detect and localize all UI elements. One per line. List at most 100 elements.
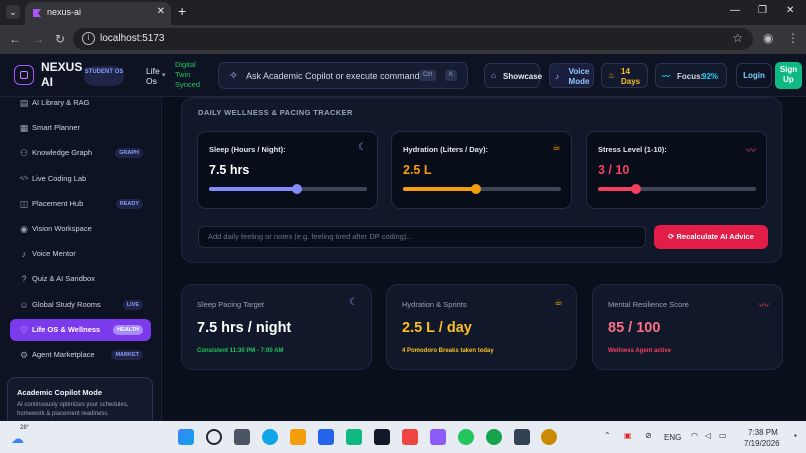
window-close-icon[interactable]: ✕ xyxy=(786,5,794,16)
metric-slider[interactable] xyxy=(403,184,561,194)
copilot-icon[interactable] xyxy=(430,429,446,445)
sidebar-item[interactable]: ⚙ Agent Marketplace MARKET xyxy=(10,344,151,366)
recalculate-button[interactable]: ⟳ Recalculate AI Advice xyxy=(654,225,768,249)
browser-tab[interactable]: nexus-ai ✕ xyxy=(25,2,171,25)
tray-chevron-icon[interactable]: ⌃ xyxy=(604,431,611,440)
slider-thumb[interactable] xyxy=(292,184,303,194)
sidebar-item[interactable]: ☺ Global Study Rooms LIVE xyxy=(10,294,151,316)
sidebar-item[interactable]: ⚇ Knowledge Graph GRAPH xyxy=(10,142,151,164)
sidebar: ▤ AI Library & RAG ▦ Smart Planner ⚇ Knowledg… xyxy=(0,97,162,421)
sidebar-item[interactable]: ? Quiz & AI Sandbox xyxy=(10,268,151,290)
menu-kebab-icon[interactable]: ⋮ xyxy=(787,31,799,45)
users-icon: ☺ xyxy=(19,299,29,310)
file-explorer-icon[interactable] xyxy=(290,429,306,445)
login-button[interactable]: Login xyxy=(736,63,772,88)
sidebar-item-label: Agent Marketplace xyxy=(32,350,95,359)
bookmark-star-icon[interactable]: ☆ xyxy=(732,31,743,45)
tray-network-off-icon[interactable]: ⊘ xyxy=(645,431,652,440)
focus-badge: 〰 Focus: 92% xyxy=(655,63,727,88)
minimize-icon[interactable]: — xyxy=(730,5,740,16)
restore-icon[interactable]: ❐ xyxy=(758,5,767,16)
metric-slider[interactable] xyxy=(598,184,756,194)
app-icon[interactable] xyxy=(514,429,530,445)
chrome-profile-icon[interactable] xyxy=(486,429,502,445)
sidebar-item[interactable]: ▤ AI Library & RAG xyxy=(10,92,151,114)
chevron-down-icon[interactable]: ▾ xyxy=(162,71,166,79)
brand-name[interactable]: NEXUS AI xyxy=(41,60,83,90)
card-subtext: 4 Pomodoro Breaks taken today xyxy=(402,348,494,354)
card-value: 7.5 hrs / night xyxy=(197,320,292,336)
profile-icon[interactable]: ◉ xyxy=(763,31,773,45)
command-bar[interactable]: ✧ Ask Academic Copilot or execute comman… xyxy=(218,62,468,89)
notification-icon[interactable]: ▪ xyxy=(794,431,797,440)
sidebar-item[interactable]: ◫ Placement Hub READY xyxy=(10,193,151,215)
tab-search-icon[interactable]: ⌄ xyxy=(6,5,20,19)
chrome-icon[interactable] xyxy=(458,429,474,445)
back-icon[interactable]: ← xyxy=(9,32,21,46)
terminal-icon[interactable] xyxy=(374,429,390,445)
focus-value: 92% xyxy=(702,72,719,81)
metric-label: Stress Level (1-10): xyxy=(598,145,667,154)
weather-icon[interactable]: ☁ xyxy=(11,431,24,447)
battery-icon[interactable]: ▭ xyxy=(719,431,727,440)
voice-mode-label: Voice Mode xyxy=(568,67,590,86)
metric-slider[interactable] xyxy=(209,184,367,194)
metric-value: 7.5 hrs xyxy=(209,163,250,177)
tracker-title: DAILY WELLNESS & PACING TRACKER xyxy=(198,108,353,117)
address-bar[interactable]: i localhost:5173 ☆ xyxy=(73,28,753,50)
nexus-logo-icon[interactable] xyxy=(14,65,34,85)
close-tab-icon[interactable]: ✕ xyxy=(157,6,165,17)
volume-icon[interactable]: ◁ xyxy=(705,431,711,440)
reload-icon[interactable]: ↻ xyxy=(55,32,65,46)
refresh-icon: ⟳ xyxy=(668,232,675,241)
pulse-icon: 〰 xyxy=(759,301,769,312)
calendar-icon: ▦ xyxy=(19,123,29,134)
site-info-icon[interactable]: i xyxy=(82,32,95,45)
moon-icon: ☾ xyxy=(358,142,367,153)
sidebar-item[interactable]: ◉ Vision Workspace xyxy=(10,218,151,240)
sidebar-item[interactable]: ▦ Smart Planner xyxy=(10,117,151,139)
new-tab-icon[interactable]: + xyxy=(178,3,186,19)
tray-app-icon[interactable]: ▣ xyxy=(624,431,632,440)
sparkle-icon: ✧ xyxy=(229,70,239,82)
sidebar-item[interactable]: ♪ Voice Mentor xyxy=(10,243,151,265)
notes-input[interactable]: Add daily feeling or notes (e.g. feeling… xyxy=(198,226,646,248)
start-icon[interactable] xyxy=(178,429,194,445)
voice-mode-button[interactable]: ♪ Voice Mode xyxy=(549,63,594,88)
wellness-tracker: DAILY WELLNESS & PACING TRACKER Sleep (H… xyxy=(181,97,782,263)
showcase-button[interactable]: ⌂ Showcase xyxy=(484,63,543,88)
search-icon[interactable] xyxy=(206,429,222,445)
vscode-icon[interactable] xyxy=(318,429,334,445)
graph-icon: ⚇ xyxy=(19,148,29,159)
slider-thumb[interactable] xyxy=(470,184,481,194)
signup-button[interactable]: Sign Up xyxy=(775,62,802,89)
sidebar-item-label: Placement Hub xyxy=(32,198,84,208)
mic-icon: ♪ xyxy=(21,249,27,260)
streak-label: 14 Days xyxy=(621,67,641,86)
focus-label: Focus: xyxy=(677,72,704,81)
store-icon[interactable] xyxy=(346,429,362,445)
pulse-icon: 〰 xyxy=(662,72,670,81)
sidebar-item-label: Smart Planner xyxy=(32,123,80,133)
forward-icon[interactable]: → xyxy=(32,32,44,46)
slider-thumb[interactable] xyxy=(630,184,641,194)
sidebar-item-label: Life OS & Wellness xyxy=(32,324,101,334)
browser-toolbar: ← → ↻ i localhost:5173 ☆ ◉ ⋮ xyxy=(0,25,806,54)
summary-card: Mental Resilience Score 〰 85 / 100 Wellness… xyxy=(592,284,783,370)
sidebar-item[interactable]: </> Live Coding Lab xyxy=(10,168,151,190)
chrome-active-icon[interactable] xyxy=(541,429,557,445)
wifi-icon[interactable]: ◠ xyxy=(691,431,698,440)
metric-value: 2.5 L xyxy=(403,163,432,177)
sidebar-item-label: Knowledge Graph xyxy=(32,148,93,158)
clock-time[interactable]: 7:38 PM xyxy=(748,428,778,437)
clock-date[interactable]: 7/19/2026 xyxy=(744,439,780,448)
card-title: Hydration & Sprints xyxy=(402,300,467,309)
language-indicator[interactable]: ENG xyxy=(664,433,681,442)
edge-icon[interactable] xyxy=(262,429,278,445)
sidebar-item[interactable]: ♡ Life OS & Wellness HEALTH xyxy=(10,318,151,341)
showcase-label: Showcase xyxy=(503,72,543,81)
sidebar-item-label: Live Coding Lab xyxy=(32,173,87,183)
youtube-icon[interactable] xyxy=(402,429,418,445)
sidebar-item-label: AI Library & RAG xyxy=(32,98,90,107)
task-view-icon[interactable] xyxy=(234,429,250,445)
